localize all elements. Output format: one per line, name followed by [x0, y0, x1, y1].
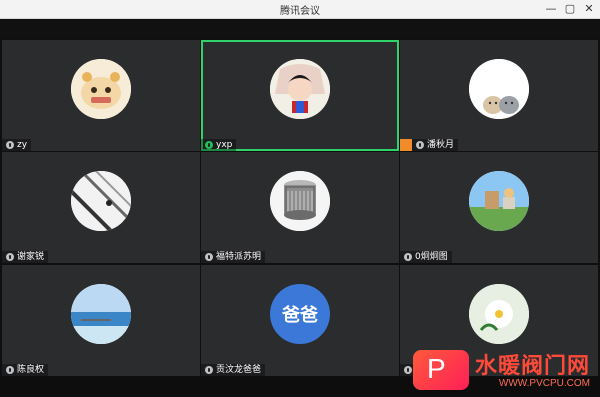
top-toolbar-strip — [0, 19, 600, 39]
cartoon-face-icon — [71, 59, 131, 119]
name-bar: yxp — [201, 139, 237, 151]
avatar — [469, 171, 529, 231]
participant-name: 潘秋月 — [427, 140, 455, 150]
avatar — [469, 59, 529, 119]
mic-muted-icon — [205, 253, 213, 261]
avatar-text: 爸爸 — [270, 284, 330, 344]
participant-name: 贡汶龙爸爸 — [216, 365, 262, 375]
title-bar: 腾讯会议 — ▢ ✕ — [0, 0, 600, 19]
participant-name: yxp — [216, 140, 233, 150]
name-bar: 福特派苏明 — [201, 251, 266, 263]
participant-name: zy — [17, 140, 28, 150]
participant-tile[interactable]: 福特派苏明 — [201, 152, 399, 263]
avatar — [71, 284, 131, 344]
participant-tile[interactable]: 0炯炯图 — [400, 152, 598, 263]
site-watermark: P 水暖阀门网 WWW.PVCPU.COM — [412, 348, 590, 390]
window-title: 腾讯会议 — [280, 6, 320, 17]
name-bar: 谢家锐 — [2, 251, 49, 263]
participant-tile[interactable]: 谢家锐 — [2, 152, 200, 263]
avatar — [270, 171, 330, 231]
participant-name: 谢家锐 — [17, 252, 45, 262]
speaker-device-icon — [270, 171, 330, 231]
watermark-title: 水暖阀门网 — [474, 354, 590, 379]
mic-muted-icon — [6, 366, 14, 374]
video-grid: zy yxp 潘秋月 谢家锐 福特派苏明 0炯炯图 陈良权 爸爸 贡汶龙爸爸 — [0, 39, 600, 377]
mic-muted-icon — [416, 141, 424, 149]
cats-photo-icon — [469, 59, 529, 119]
mic-muted-icon — [404, 253, 412, 261]
participant-tile[interactable]: 爸爸 贡汶龙爸爸 — [201, 265, 399, 376]
avatar — [469, 284, 529, 344]
name-bar: 潘秋月 — [400, 139, 459, 151]
participant-name: 福特派苏明 — [216, 252, 262, 262]
name-bar: zy — [2, 139, 32, 151]
participant-tile[interactable]: 陈良权 — [2, 265, 200, 376]
mic-muted-icon — [404, 366, 412, 374]
watermark-url: WWW.PVCPU.COM — [498, 378, 590, 389]
anime-character-icon — [270, 59, 330, 119]
participant-tile[interactable]: zy — [2, 40, 200, 151]
avatar-text-label: 爸爸 — [282, 305, 318, 326]
participant-tile[interactable]: 潘秋月 — [400, 40, 598, 151]
white-flower-icon — [469, 284, 529, 344]
mic-muted-icon — [205, 366, 213, 374]
avatar — [71, 59, 131, 119]
mic-muted-icon — [6, 253, 14, 261]
host-badge-icon — [400, 139, 412, 151]
name-bar: 陈良权 — [2, 364, 49, 376]
name-bar: 贡汶龙爸爸 — [201, 364, 266, 376]
close-button[interactable]: ✕ — [580, 1, 598, 17]
participant-name: 0炯炯图 — [415, 252, 448, 262]
avatar — [71, 171, 131, 231]
mic-active-icon — [205, 141, 213, 149]
beach-pier-icon — [71, 284, 131, 344]
participant-tile-active[interactable]: yxp — [201, 40, 399, 151]
minimize-button[interactable]: — — [542, 1, 560, 17]
maximize-button[interactable]: ▢ — [561, 1, 579, 17]
name-bar: 0炯炯图 — [400, 251, 452, 263]
avatar — [270, 59, 330, 119]
mic-muted-icon — [6, 141, 14, 149]
participant-name: 陈良权 — [17, 365, 45, 375]
toy-scene-icon — [469, 171, 529, 231]
abstract-lines-icon — [71, 171, 131, 231]
watermark-logo-icon: P — [412, 350, 469, 390]
